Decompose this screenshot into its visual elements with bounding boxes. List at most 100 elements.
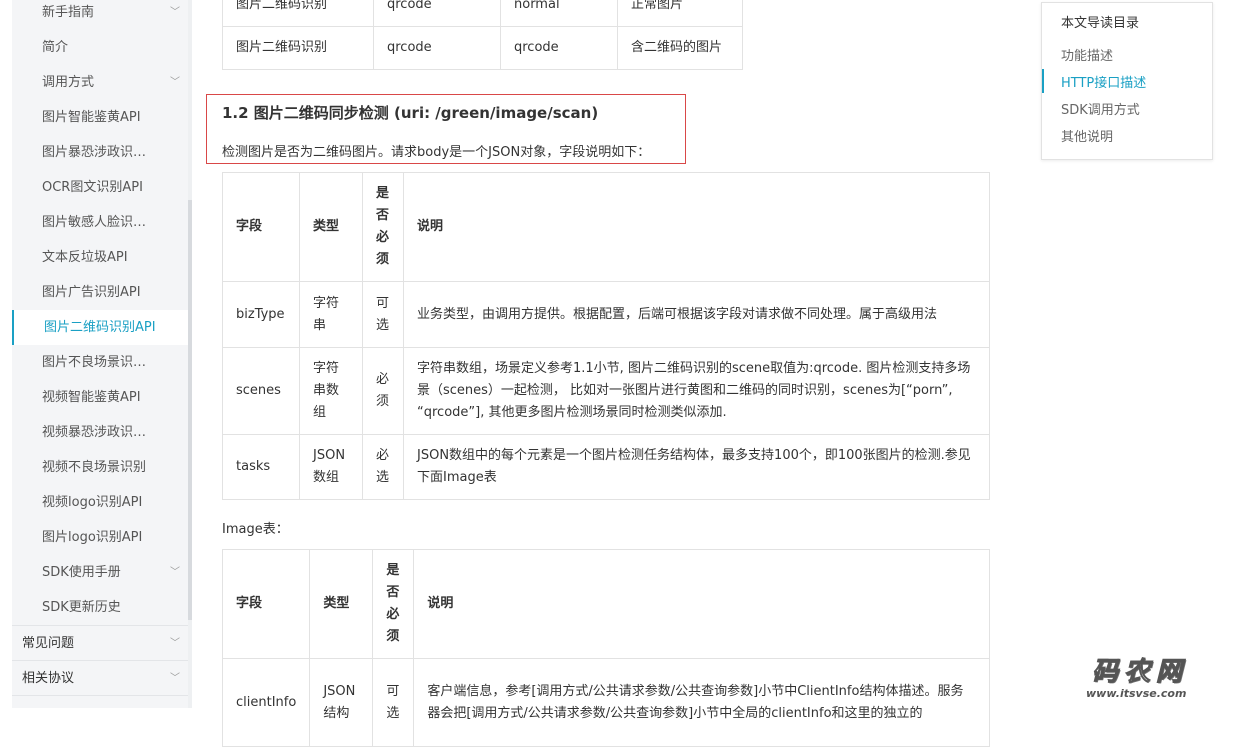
sidebar-item-label: 图片敏感人脸识… (42, 215, 147, 230)
table-cell: 图片二维码识别 (222, 0, 374, 27)
table-row: scenes 字符串数组 必须 字符串数组，场景定义参考1.1小节, 图片二维码… (222, 347, 990, 435)
sidebar-item-label: 相关协议 (22, 671, 75, 686)
sidebar-item-label: SDK更新历史 (42, 600, 121, 615)
sidebar-item-label: 新手指南 (42, 5, 95, 20)
watermark: 码农网 www.itsvse.com (1086, 651, 1236, 707)
sidebar-item-sdk-manual[interactable]: SDK使用手册 ﹀ (12, 555, 188, 590)
sidebar-item-label: SDK使用手册 (42, 565, 121, 580)
sidebar-item-face-api[interactable]: 图片敏感人脸识… (12, 205, 188, 240)
table-cell: 含二维码的图片 (617, 26, 743, 70)
header-desc: 说明 (413, 549, 990, 659)
header-required: 是否必须 (372, 549, 415, 659)
table-row: bizType 字符串 可选 业务类型，由调用方提供。根据配置，后端可根据该字段… (222, 281, 990, 348)
header-required: 是否必须 (362, 172, 404, 282)
chevron-down-icon: ﹀ (170, 77, 180, 88)
header-desc: 说明 (403, 172, 990, 282)
sidebar-item-sdk-history[interactable]: SDK更新历史 (12, 590, 188, 625)
sidebar-item-label: 图片智能鉴黄API (42, 110, 141, 125)
table-row: clientInfo JSON结构 可选 客户端信息，参考[调用方式/公共请求参… (221, 658, 990, 747)
cell-required: 可选 (362, 281, 404, 348)
cell-field: scenes (222, 347, 300, 435)
table-row: tasks JSON数组 必选 JSON数组中的每个元素是一个图片检测任务结构体… (222, 434, 990, 500)
sidebar-scrollbar-thumb[interactable] (188, 200, 192, 620)
sidebar-item-terror-api[interactable]: 图片暴恐涉政识… (12, 135, 188, 170)
header-type: 类型 (309, 549, 374, 659)
image-table: 字段 类型 是否必须 说明 clientInfo JSON结构 可选 客户端信息… (221, 549, 990, 747)
table-cell: 图片二维码识别 (222, 26, 374, 70)
header-field: 字段 (222, 172, 300, 282)
toc-title: 本文导读目录 (1061, 16, 1140, 31)
sidebar-item-video-terror-api[interactable]: 视频暴恐涉政识… (12, 415, 188, 450)
sidebar-item-image-logo-api[interactable]: 图片logo识别API (12, 520, 188, 555)
sidebar-item-intro[interactable]: 简介 (12, 30, 188, 65)
toc-item-sdk[interactable]: SDK调用方式 (1061, 99, 1140, 118)
sidebar-item-bad-scene-api[interactable]: 图片不良场景识… (12, 345, 188, 380)
sidebar-item-label: 图片不良场景识… (42, 355, 147, 370)
sidebar-item-label: 简介 (42, 40, 69, 55)
table-row: 图片二维码识别 qrcode normal 正常图片 (222, 0, 743, 27)
cell-type: JSON结构 (309, 658, 374, 747)
sidebar-item-faq[interactable]: 常见问题 ﹀ (12, 626, 188, 661)
sidebar-item-label: 常见问题 (22, 636, 75, 651)
table-cell: qrcode (500, 26, 618, 70)
sidebar-item-label: 文本反垃圾API (42, 250, 128, 265)
table-cell: qrcode (373, 0, 501, 27)
sidebar-item-qrcode-api[interactable]: 图片二维码识别API (12, 310, 188, 345)
table-cell: qrcode (373, 26, 501, 70)
sidebar-item-label: 调用方式 (42, 75, 95, 90)
toc-panel: 本文导读目录 功能描述 HTTP接口描述 SDK调用方式 其他说明 (1041, 2, 1213, 160)
cell-desc: 客户端信息，参考[调用方式/公共请求参数/公共查询参数]小节中ClientInf… (413, 658, 990, 747)
sidebar-item-video-porn-api[interactable]: 视频智能鉴黄API (12, 380, 188, 415)
sidebar-item-ad-api[interactable]: 图片广告识别API (12, 275, 188, 310)
sidebar-item-label: 图片logo识别API (42, 530, 143, 545)
cell-type: JSON数组 (299, 434, 363, 500)
cell-required: 必须 (362, 347, 404, 435)
active-indicator (12, 310, 14, 345)
toc-active-indicator (1042, 69, 1044, 93)
cell-type: 字符串数组 (299, 347, 363, 435)
sidebar-item-newbie-guide[interactable]: 新手指南 ﹀ (12, 0, 188, 30)
sidebar-item-label: 图片二维码识别API (44, 320, 156, 335)
sidebar-item-label: OCR图文识别API (42, 180, 143, 195)
sidebar-item-agreements[interactable]: 相关协议 ﹀ (12, 661, 188, 696)
cell-required: 可选 (372, 658, 415, 747)
cell-type: 字符串 (299, 281, 363, 348)
chevron-down-icon: ﹀ (170, 567, 180, 578)
sidebar-item-ocr-api[interactable]: OCR图文识别API (12, 170, 188, 205)
table-cell: 正常图片 (617, 0, 743, 27)
toc-item-http[interactable]: HTTP接口描述 (1061, 72, 1146, 91)
header-type: 类型 (299, 172, 363, 282)
watermark-url: www.itsvse.com (1086, 687, 1187, 700)
sidebar-item-video-bad-scene[interactable]: 视频不良场景识别 (12, 450, 188, 485)
cell-desc: JSON数组中的每个元素是一个图片检测任务结构体，最多支持100个，即100张图… (403, 434, 990, 500)
chevron-down-icon: ﹀ (170, 673, 180, 684)
request-fields-table: 字段 类型 是否必须 说明 bizType 字符串 可选 业务类型，由调用方提供… (222, 172, 990, 500)
sidebar-item-label: 图片广告识别API (42, 285, 141, 300)
toc-item-other[interactable]: 其他说明 (1061, 126, 1113, 145)
cell-field: bizType (222, 281, 300, 348)
sidebar-item-label: 视频不良场景识别 (42, 460, 147, 475)
table-header-row: 字段 类型 是否必须 说明 (222, 172, 990, 282)
sidebar-item-video-logo-api[interactable]: 视频logo识别API (12, 485, 188, 520)
cell-desc: 业务类型，由调用方提供。根据配置，后端可根据该字段对请求做不同处理。属于高级用法 (403, 281, 990, 348)
table-row: 图片二维码识别 qrcode qrcode 含二维码的图片 (222, 26, 743, 70)
sidebar-item-call-method[interactable]: 调用方式 ﹀ (12, 65, 188, 100)
divider (12, 695, 188, 696)
header-field: 字段 (221, 549, 311, 659)
table-header-row: 字段 类型 是否必须 说明 (221, 549, 990, 659)
cell-required: 必选 (362, 434, 404, 500)
toc-item-function[interactable]: 功能描述 (1061, 45, 1113, 64)
cell-field: clientInfo (221, 658, 311, 747)
chevron-down-icon: ﹀ (170, 638, 180, 649)
watermark-logo: 码农网 (1091, 657, 1189, 688)
sidebar-item-porn-api[interactable]: 图片智能鉴黄API (12, 100, 188, 135)
cell-field: tasks (222, 434, 300, 500)
table-cell: normal (500, 0, 618, 27)
sidebar-item-text-spam-api[interactable]: 文本反垃圾API (12, 240, 188, 275)
sidebar-item-label: 视频智能鉴黄API (42, 390, 141, 405)
section-description: 检测图片是否为二维码图片。请求body是一个JSON对象，字段说明如下： (222, 145, 651, 160)
scene-values-table: 图片二维码识别 qrcode normal 正常图片 图片二维码识别 qrcod… (222, 0, 743, 70)
chevron-down-icon: ﹀ (170, 7, 180, 18)
sidebar-item-label: 视频暴恐涉政识… (42, 425, 147, 440)
section-title: 1.2 图片二维码同步检测 (uri: /green/image/scan) (222, 104, 599, 122)
